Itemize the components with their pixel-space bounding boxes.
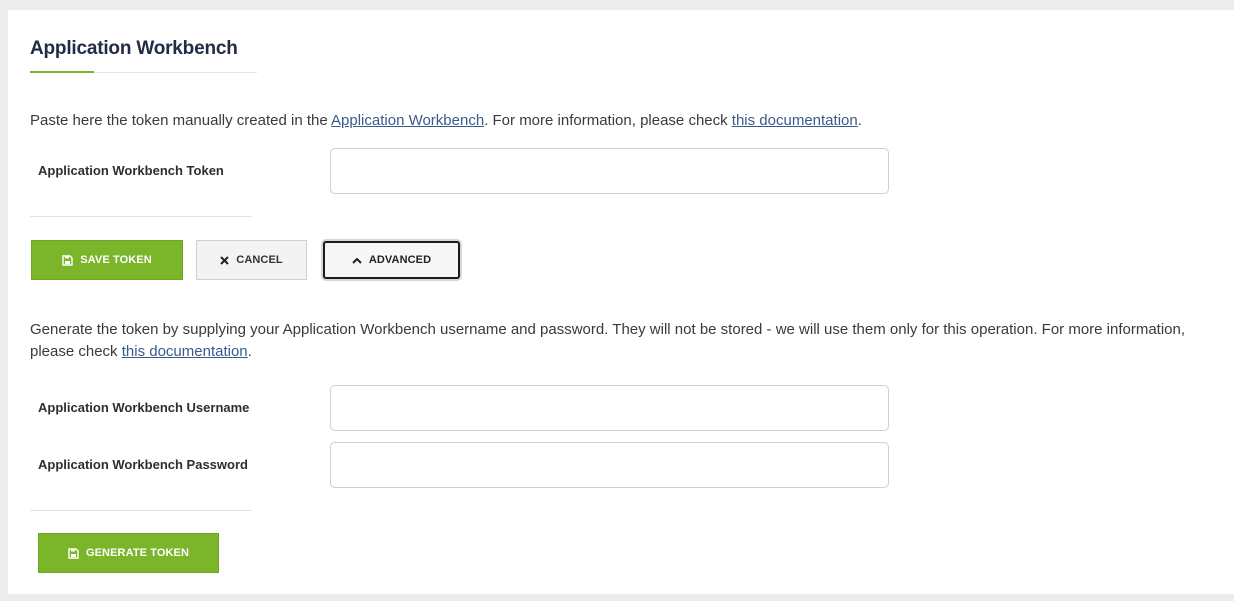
advanced-button[interactable]: ADVANCED	[323, 241, 460, 279]
title-accent-bar	[30, 71, 94, 73]
advanced-label: ADVANCED	[368, 254, 432, 266]
token-intro-text: Paste here the token manually created in…	[30, 110, 1210, 132]
token-divider	[30, 216, 252, 217]
close-icon	[220, 255, 229, 265]
token-intro-prefix: Paste here the token manually created in…	[30, 112, 332, 129]
save-token-button[interactable]: SAVE TOKEN	[31, 240, 183, 280]
workbench-panel	[8, 10, 1234, 594]
username-label: Application Workbench Username	[38, 400, 250, 415]
chevron-up-icon	[352, 257, 362, 264]
password-label: Application Workbench Password	[38, 457, 248, 472]
username-input[interactable]	[330, 385, 889, 431]
token-label: Application Workbench Token	[38, 163, 224, 178]
advanced-divider	[30, 510, 252, 511]
save-icon	[68, 547, 79, 559]
password-input[interactable]	[330, 442, 889, 488]
token-intro-middle: . For more information, please check	[484, 112, 732, 129]
token-input[interactable]	[330, 148, 889, 194]
application-workbench-link[interactable]: Application Workbench	[331, 112, 484, 129]
save-icon	[62, 254, 73, 266]
cancel-button[interactable]: CANCEL	[196, 240, 307, 280]
generate-token-label: GENERATE TOKEN	[85, 547, 190, 559]
advanced-intro-suffix: .	[247, 343, 252, 360]
cancel-label: CANCEL	[236, 254, 283, 266]
generate-token-button[interactable]: GENERATE TOKEN	[38, 533, 219, 573]
advanced-documentation-link[interactable]: this documentation	[122, 343, 248, 360]
token-documentation-link[interactable]: this documentation	[732, 112, 858, 129]
token-intro-suffix: .	[857, 112, 862, 129]
advanced-intro-text: Generate the token by supplying your App…	[30, 319, 1210, 363]
save-token-label: SAVE TOKEN	[80, 254, 152, 266]
page-title: Application Workbench	[30, 38, 238, 59]
